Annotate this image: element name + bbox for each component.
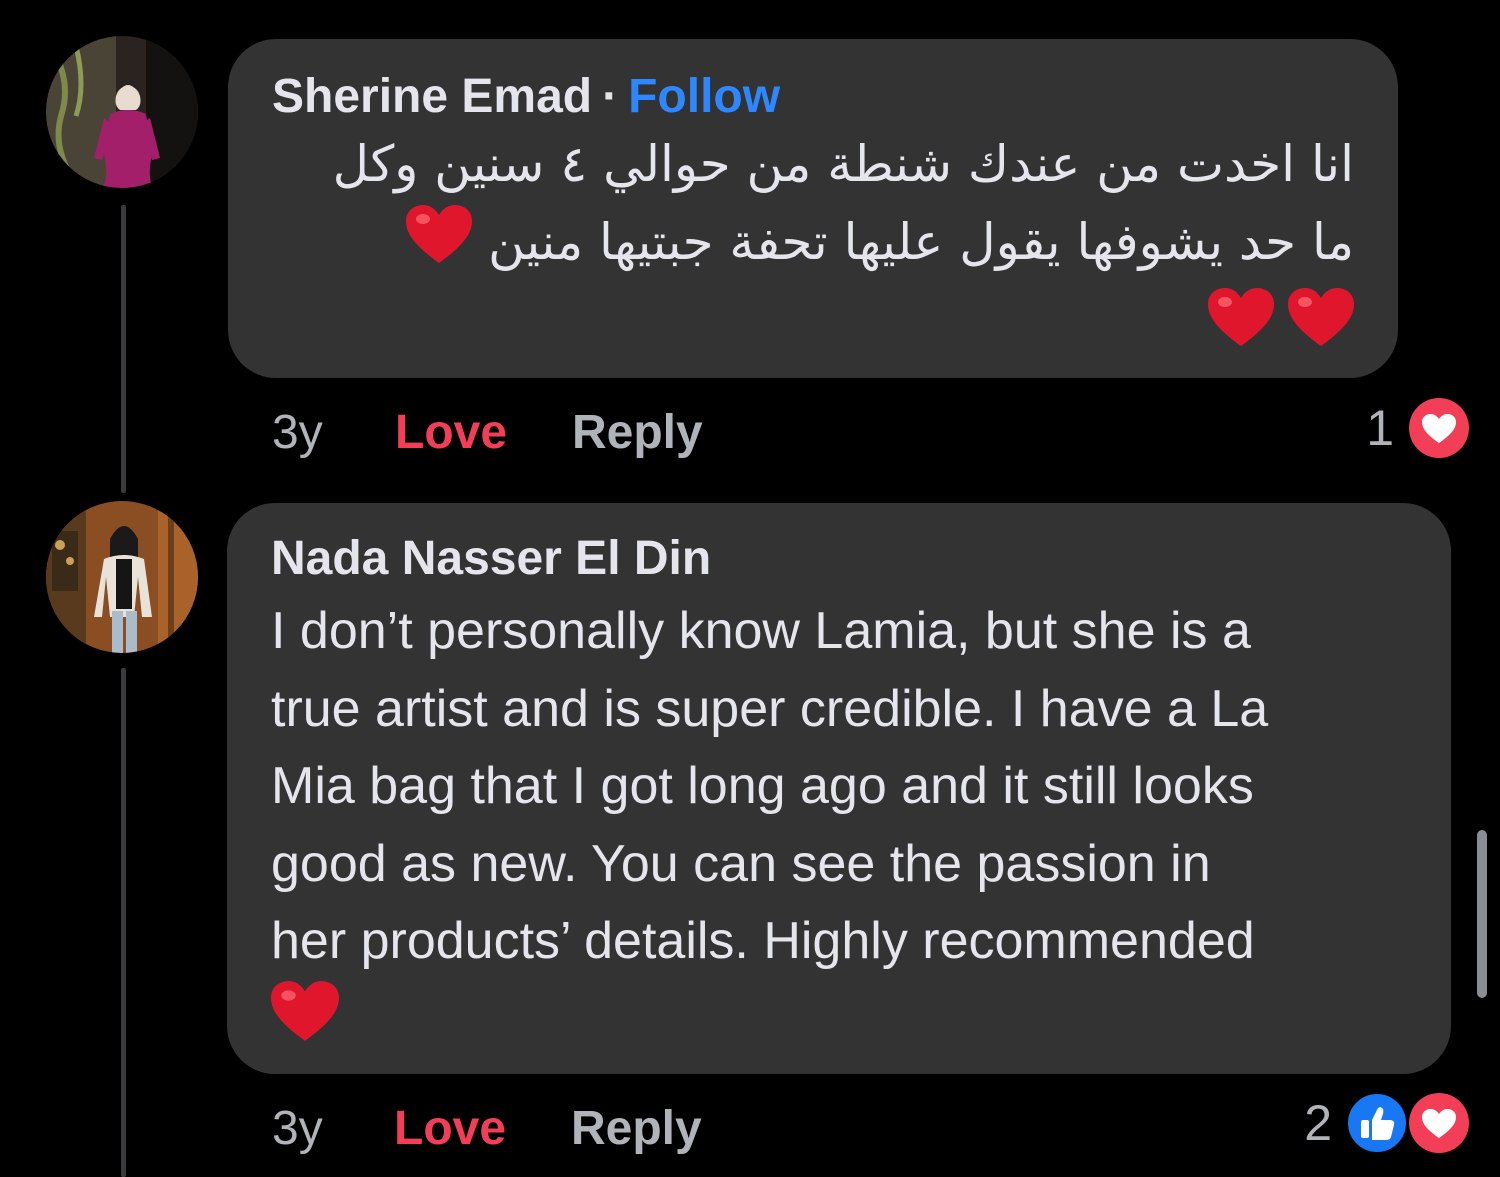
reaction-count: 1: [1366, 400, 1394, 456]
heart-emoji-icon: [1208, 288, 1274, 370]
comments-thread: Sherine Emad · Follow انا اخدت من عندك شنط…: [0, 0, 1500, 1177]
comment-text-line: her products’ details. Highly recommende…: [271, 912, 1255, 970]
comment-header: Nada Nasser El Din: [271, 531, 711, 587]
comment-text: انا اخدت من عندك شنطة من حوالي ٤ سنين وك…: [268, 125, 1354, 365]
author-name[interactable]: Nada Nasser El Din: [271, 532, 711, 585]
author-name[interactable]: Sherine Emad: [272, 70, 592, 123]
comment-timestamp: 3y: [272, 1102, 323, 1155]
comment-text-line: [268, 287, 1354, 365]
thread-line: [121, 205, 126, 493]
reply-button[interactable]: Reply: [572, 403, 703, 463]
comment-text: I don’t personally know Lamia, but she i…: [271, 593, 1415, 1059]
reaction-summary[interactable]: 2: [1276, 1091, 1472, 1155]
heart-emoji-icon: [406, 204, 473, 287]
reaction-summary[interactable]: 1: [1330, 396, 1472, 460]
love-button[interactable]: Love: [394, 1099, 506, 1159]
love-reaction-icon: [1408, 1092, 1470, 1154]
avatar-image: [46, 36, 198, 188]
like-reaction-icon: [1346, 1092, 1408, 1154]
heart-emoji-icon: [271, 980, 339, 1066]
comment-text-line: I don’t personally know Lamia, but she i…: [271, 602, 1251, 660]
comment-text-line: [271, 980, 1415, 1059]
thread-line: [121, 668, 126, 1177]
love-button[interactable]: Love: [395, 403, 507, 463]
heart-emoji-icon: [1288, 288, 1354, 370]
separator-dot: ·: [602, 70, 619, 123]
avatar[interactable]: [46, 36, 198, 188]
love-reaction-icon: [1408, 397, 1470, 459]
reaction-count: 2: [1304, 1095, 1332, 1151]
comment-text-line: good as new. You can see the passion in: [271, 834, 1211, 893]
comment-text-line: Mia bag that I got long ago and it still…: [271, 757, 1254, 815]
comment-timestamp: 3y: [272, 406, 323, 459]
comment-text-line: true artist and is super credible. I hav…: [271, 679, 1269, 738]
comment-text-line: انا اخدت من عندك شنطة من حوالي ٤ سنين وك…: [332, 135, 1354, 193]
comment-actions: 3y Love Reply: [272, 1099, 972, 1159]
comment-text-line: ما حد يشوفها يقول عليها تحفة جبتيها منين: [268, 203, 1354, 287]
comment-bubble: Sherine Emad · Follow انا اخدت من عندك شنط…: [228, 39, 1398, 378]
scrollbar-thumb[interactable]: [1477, 830, 1487, 998]
avatar[interactable]: [46, 501, 198, 653]
reply-button[interactable]: Reply: [571, 1099, 702, 1159]
comment-bubble: Nada Nasser El Din I don’t personally kn…: [227, 503, 1451, 1074]
avatar-image: [46, 501, 198, 653]
follow-button[interactable]: Follow: [628, 70, 780, 123]
comment-header: Sherine Emad · Follow: [272, 69, 780, 125]
comment-actions: 3y Love Reply: [272, 403, 972, 463]
